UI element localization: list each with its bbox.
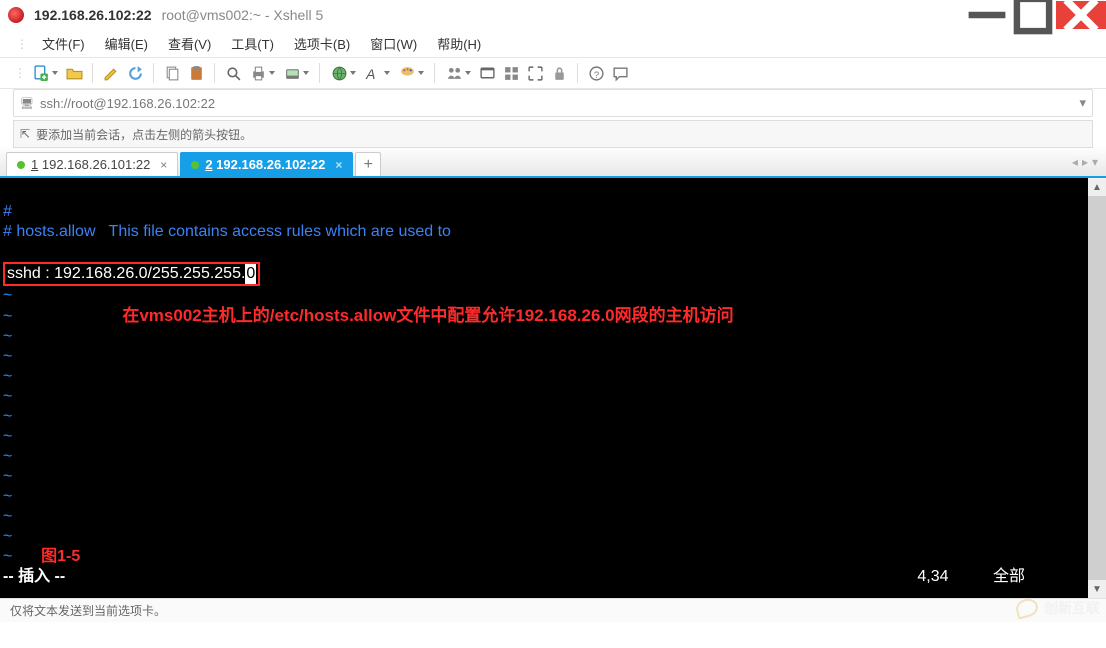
figure-label: 图1-5 [41, 548, 80, 565]
close-button[interactable] [1056, 1, 1106, 29]
status-text: 仅将文本发送到当前选项卡。 [10, 602, 166, 619]
address-bar[interactable]: 🖥 ssh://root@192.168.26.102:22 ▾ [13, 89, 1093, 117]
print-button[interactable] [247, 63, 277, 83]
edit-button[interactable] [101, 63, 121, 83]
app-icon [8, 7, 24, 23]
menu-tools[interactable]: 工具(T) [223, 31, 282, 56]
tab-1-close[interactable]: × [160, 158, 167, 172]
terminal-tilde: ~ [3, 368, 12, 385]
window-controls [964, 1, 1106, 29]
svg-text:?: ? [593, 69, 598, 80]
menu-bar: ⋮ 文件(F) 编辑(E) 查看(V) 工具(T) 选项卡(B) 窗口(W) 帮… [0, 30, 1106, 58]
toolbar-separator [319, 63, 320, 83]
vim-status-line: -- 插入 --4,34 全部 [3, 567, 1085, 587]
minimize-button[interactable] [964, 1, 1010, 29]
menu-grip: ⋮ [16, 37, 28, 51]
title-bar: 192.168.26.102:22 root@vms002:~ - Xshell… [0, 0, 1106, 30]
menu-file[interactable]: 文件(F) [34, 31, 93, 56]
new-session-button[interactable] [30, 63, 60, 83]
tab-next-button[interactable]: ▸ [1082, 155, 1088, 169]
copy-button[interactable] [162, 63, 182, 83]
find-button[interactable] [223, 63, 243, 83]
menu-tabs[interactable]: 选项卡(B) [286, 31, 358, 56]
paste-button[interactable] [186, 63, 206, 83]
cursor: 0 [245, 264, 256, 284]
hint-icon[interactable]: ⇱ [20, 127, 30, 141]
tab-2-close[interactable]: × [335, 158, 342, 172]
terminal-area: # # hosts.allow This file contains acces… [0, 178, 1106, 598]
toolbar-separator [577, 63, 578, 83]
toolbar-separator [153, 63, 154, 83]
chat-button[interactable] [610, 63, 630, 83]
tab-add-button[interactable]: + [355, 152, 381, 176]
scroll-track[interactable] [1088, 196, 1106, 580]
tile-button[interactable] [501, 63, 521, 83]
terminal-tilde: ~ [3, 408, 12, 425]
terminal-tilde: ~ [3, 488, 12, 505]
tab-strip: 1 192.168.26.101:22 × 2 192.168.26.102:2… [0, 148, 1106, 178]
terminal-tilde: ~ [3, 448, 12, 465]
scroll-up-button[interactable]: ▲ [1088, 178, 1106, 196]
url-icon: 🖥 [20, 97, 34, 110]
annotation-text: 在vms002主机上的/etc/hosts.allow文件中配置允许192.16… [122, 306, 733, 326]
open-button[interactable] [64, 63, 84, 83]
terminal-tilde: ~ [3, 528, 12, 545]
tab-2-label: 192.168.26.102:22 [216, 157, 325, 172]
font-button[interactable]: A [362, 63, 392, 83]
hint-text: 要添加当前会话，点击左侧的箭头按钮。 [36, 126, 252, 143]
menu-view[interactable]: 查看(V) [160, 31, 219, 56]
hint-bar: ⇱ 要添加当前会话，点击左侧的箭头按钮。 [13, 120, 1093, 148]
address-url: ssh://root@192.168.26.102:22 [40, 96, 215, 111]
address-dropdown[interactable]: ▾ [1079, 95, 1086, 111]
terminal-tilde: ~ [3, 287, 12, 304]
terminal-line: # hosts.allow This file contains access … [3, 223, 451, 240]
toolbar-separator [214, 63, 215, 83]
scroll-down-button[interactable]: ▼ [1088, 580, 1106, 598]
terminal-tilde: ~ [3, 508, 12, 525]
tab-1-label: 192.168.26.101:22 [42, 157, 150, 172]
language-button[interactable] [328, 63, 358, 83]
scrollbar[interactable]: ▲ ▼ [1088, 178, 1106, 598]
fullscreen-button[interactable] [477, 63, 497, 83]
color-button[interactable] [396, 63, 426, 83]
menu-help[interactable]: 帮助(H) [429, 31, 489, 56]
tab-2-index: 2 [205, 157, 212, 172]
tab-session-2[interactable]: 2 192.168.26.102:22 × [180, 152, 353, 176]
title-ip: 192.168.26.102:22 [34, 7, 152, 23]
status-bar: 仅将文本发送到当前选项卡。 [0, 598, 1106, 622]
menu-edit[interactable]: 编辑(E) [97, 31, 156, 56]
terminal-tilde: ~ [3, 548, 12, 565]
toolbar-separator [434, 63, 435, 83]
terminal-tilde: ~ [3, 328, 12, 345]
title-subtitle: root@vms002:~ - Xshell 5 [162, 7, 324, 23]
status-dot-icon [191, 161, 199, 169]
terminal-tilde: ~ [3, 468, 12, 485]
toolbar-separator [92, 63, 93, 83]
reconnect-button[interactable] [125, 63, 145, 83]
tab-prev-button[interactable]: ◂ [1072, 155, 1078, 169]
terminal-tilde: ~ [3, 388, 12, 405]
terminal-tilde: ~ [3, 348, 12, 365]
svg-text:A: A [365, 65, 375, 81]
highlighted-config-line: sshd : 192.168.26.0/255.255.255.0 [3, 262, 260, 286]
maximize-button[interactable] [1010, 1, 1056, 29]
terminal-line: # [3, 203, 12, 220]
status-dot-icon [17, 161, 25, 169]
expand-button[interactable] [525, 63, 545, 83]
tab-list-button[interactable]: ▾ [1092, 155, 1098, 169]
help-button[interactable]: ? [586, 63, 606, 83]
terminal-tilde: ~ [3, 428, 12, 445]
toolbar-grip: ⋮ [14, 66, 26, 80]
properties-button[interactable] [281, 63, 311, 83]
tab-nav: ◂ ▸ ▾ [1064, 148, 1106, 176]
terminal-tilde: ~ [3, 308, 12, 325]
terminal[interactable]: # # hosts.allow This file contains acces… [0, 178, 1088, 598]
tab-session-1[interactable]: 1 192.168.26.101:22 × [6, 152, 178, 176]
tab-1-index: 1 [31, 157, 38, 172]
toolbar: ⋮ A ? [0, 58, 1106, 89]
sessions-button[interactable] [443, 63, 473, 83]
menu-window[interactable]: 窗口(W) [362, 31, 425, 56]
lock-button[interactable] [549, 63, 569, 83]
